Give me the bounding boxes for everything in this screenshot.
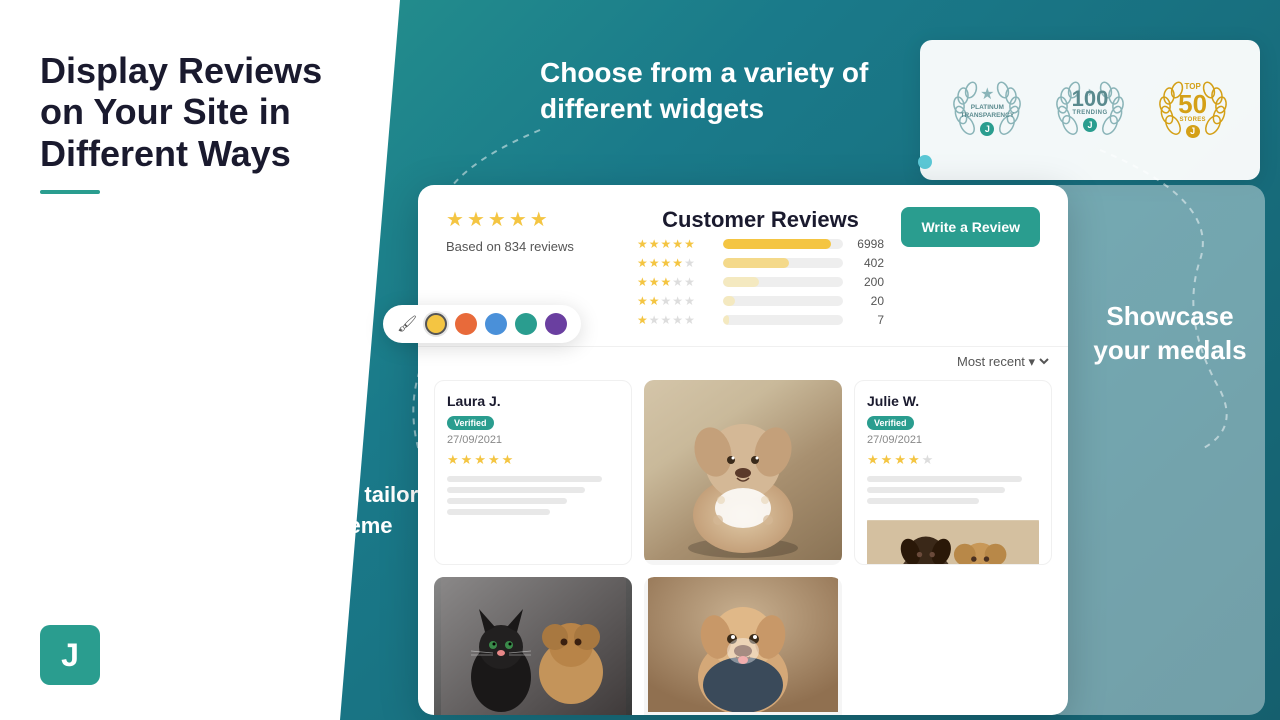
badge-top100-content: 100 TRENDING J <box>1062 83 1117 138</box>
logo-letter: J <box>61 637 79 674</box>
text-line <box>867 487 1005 493</box>
review-card-cat <box>434 577 632 715</box>
star-5: ★ <box>530 207 548 232</box>
choose-title-line1: Choose from a variety of <box>540 55 868 91</box>
text-line <box>447 498 567 504</box>
text-line <box>867 476 1022 482</box>
review-date-laura: 27/09/2021 <box>447 434 619 446</box>
brown-dog-image <box>644 577 842 715</box>
reviews-grid: Laura J. Verified 27/09/2021 ★★★★★ <box>418 372 1068 715</box>
rating-row-4: ★★★★★ 402 <box>637 256 884 270</box>
rating-row-3: ★★★★★ 200 <box>637 275 884 289</box>
badge-j-top50: J <box>1186 125 1200 138</box>
count-5: 6998 <box>849 237 884 251</box>
color-blue[interactable] <box>485 313 507 335</box>
rating-row-1: ★★★★★ 7 <box>637 313 884 327</box>
sort-row: Most recent ▾ Most helpful Highest rated… <box>418 347 1068 372</box>
count-4: 402 <box>849 256 884 270</box>
widget-card: ★ ★ ★ ★ ★ Based on 834 reviews Customer … <box>418 185 1068 715</box>
text-line <box>447 476 602 482</box>
right-partial-card <box>1045 185 1265 715</box>
review-stars-julie: ★★★★★ <box>867 452 1039 468</box>
text-line <box>867 498 979 504</box>
reviewer-name-david: David B. <box>644 560 842 565</box>
text-line <box>447 487 585 493</box>
review-date-julie: 27/09/2021 <box>867 434 1039 446</box>
count-3: 200 <box>849 275 884 289</box>
overall-rating-section: ★ ★ ★ ★ ★ Based on 834 reviews <box>446 207 621 256</box>
brush-icon: 🖌 <box>397 314 417 334</box>
badge-j-top100: J <box>1083 118 1097 132</box>
verified-badge-julie: Verified <box>867 416 914 430</box>
color-purple[interactable] <box>545 313 567 335</box>
cat-svg <box>441 577 626 715</box>
badge-top100: ✈ 100 TRENDING J <box>1045 70 1135 150</box>
main-title: Display Reviews on Your Site in Differen… <box>40 50 370 174</box>
overall-stars: ★ ★ ★ ★ ★ <box>446 207 621 232</box>
rating-row-2: ★★★★★ 20 <box>637 294 884 308</box>
star-3: ★ <box>488 207 506 232</box>
badges-area: ★ PLATINUMTRANSPARENCY J <box>920 40 1260 180</box>
reviewer-name-julie: Julie W. <box>867 393 1039 409</box>
sort-select[interactable]: Most recent ▾ Most helpful Highest rated… <box>953 353 1052 370</box>
write-review-wrapper: Write a Review <box>900 207 1040 247</box>
blue-dot-right <box>918 155 932 169</box>
star-2: ★ <box>467 207 485 232</box>
write-review-button[interactable]: Write a Review <box>901 207 1040 247</box>
badge-platinum: ★ PLATINUMTRANSPARENCY J <box>942 70 1032 150</box>
review-stars-laura: ★★★★★ <box>447 452 619 468</box>
julie-image <box>867 514 1039 565</box>
title-underline <box>40 190 100 194</box>
review-card-laura: Laura J. Verified 27/09/2021 ★★★★★ <box>434 380 632 565</box>
brown-dog-outfit-svg <box>644 577 842 712</box>
star-4: ★ <box>509 207 527 232</box>
color-teal[interactable] <box>515 313 537 335</box>
rating-row-5: ★★★★★ 6998 <box>637 237 884 251</box>
text-line <box>447 509 550 515</box>
verified-badge-laura: Verified <box>447 416 494 430</box>
badge-top50-content: TOP 50 STORES J <box>1165 83 1220 138</box>
star-1: ★ <box>446 207 464 232</box>
count-1: 7 <box>849 313 884 327</box>
left-section: Display Reviews on Your Site in Differen… <box>40 50 370 194</box>
review-card-david: David B. Verified 27/09/2021 ★★★★★ <box>644 380 842 565</box>
based-on-text: Based on 834 reviews <box>446 239 574 254</box>
rating-bars: ★★★★★ 6998 ★★★★★ 402 ★★★★★ 200 ★★★★★ <box>621 237 900 332</box>
color-yellow[interactable] <box>425 313 447 335</box>
color-orange[interactable] <box>455 313 477 335</box>
dog-image <box>644 380 842 560</box>
cat-image <box>434 577 632 715</box>
dog-svg <box>663 380 823 560</box>
review-card-browndog: Andrea M. <box>644 577 842 715</box>
choose-text-area: Choose from a variety of different widge… <box>540 55 868 128</box>
review-card-julie: Julie W. Verified 27/09/2021 ★★★★★ <box>854 380 1052 565</box>
small-dog-svg <box>867 514 1039 565</box>
card-title: Customer Reviews <box>662 207 859 233</box>
card-title-wrapper: Customer Reviews ★★★★★ 6998 ★★★★★ 402 ★★… <box>621 207 900 332</box>
badge-top50: TOP 50 STORES J <box>1148 70 1238 150</box>
reviewer-name-laura: Laura J. <box>447 393 619 409</box>
count-2: 20 <box>849 294 884 308</box>
badge-platinum-content: ★ PLATINUMTRANSPARENCY J <box>960 83 1015 138</box>
choose-title-line2: different widgets <box>540 91 868 127</box>
color-picker-toolbar: 🖌 <box>383 305 581 343</box>
badge-j-platinum: J <box>980 122 994 136</box>
logo-box: J <box>40 625 100 685</box>
customize-text: Customize and tailor it to your theme st… <box>200 480 420 572</box>
